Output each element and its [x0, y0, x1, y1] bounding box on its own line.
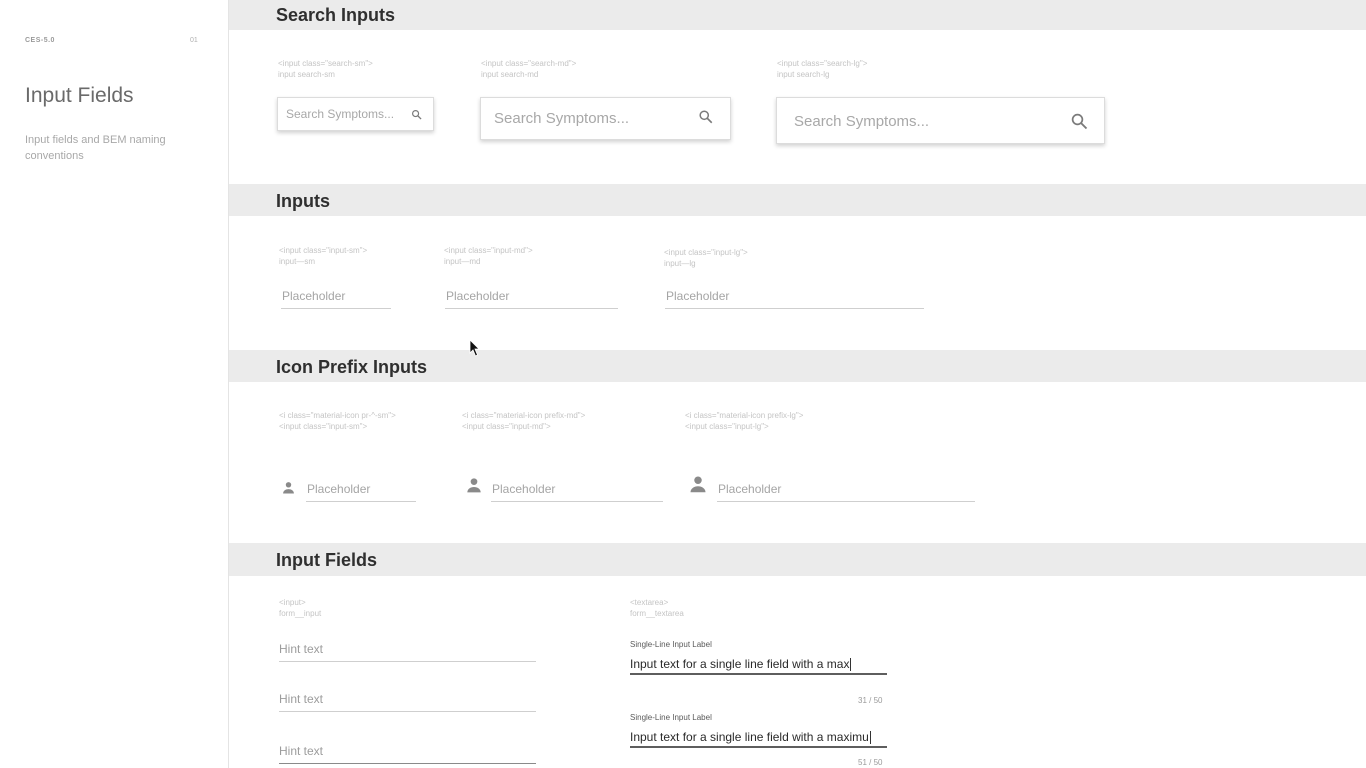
brand-label: CES-5.0	[25, 37, 55, 44]
hint-text: Hint text	[279, 692, 324, 706]
form-input[interactable]: Hint text	[279, 686, 536, 712]
field-label: Single-Line Input Label	[630, 713, 712, 722]
code-snippet: <textarea> form__textarea	[630, 598, 684, 618]
code-snippet: <input class="input-lg"> input—lg	[664, 248, 748, 268]
code-snippet: <input class="search-md"> input search-m…	[481, 59, 577, 79]
section-title: Search Inputs	[276, 5, 396, 25]
section-title: Input Fields	[276, 550, 377, 570]
input-sm[interactable]: Placeholder	[281, 286, 391, 309]
person-icon	[689, 475, 707, 498]
search-icon[interactable]	[1070, 112, 1088, 135]
section-title: Inputs	[276, 191, 330, 211]
search-placeholder: Search Symptoms...	[286, 107, 395, 121]
search-input-sm[interactable]: Search Symptoms...	[277, 97, 434, 131]
main-content: Search Inputs <input class="search-sm"> …	[229, 0, 1366, 768]
page-description: Input fields and BEM naming conventions	[25, 134, 166, 162]
input-value: Input text for a single line field with …	[630, 657, 852, 672]
code-snippet: <input class="search-lg"> input search-l…	[777, 59, 868, 79]
code-snippet: <input class="search-sm"> input search-s…	[278, 59, 373, 79]
icon-prefix-input-lg[interactable]: Placeholder	[717, 478, 975, 502]
section-header-input-fields: Input Fields	[229, 543, 1366, 576]
search-placeholder: Search Symptoms...	[794, 113, 930, 130]
field-label: Single-Line Input Label	[630, 640, 712, 649]
section-header-icon-prefix: Icon Prefix Inputs	[229, 350, 1366, 382]
person-icon	[466, 477, 482, 498]
search-icon[interactable]	[698, 109, 713, 129]
icon-prefix-input-sm[interactable]: Placeholder	[306, 478, 416, 502]
search-placeholder: Search Symptoms...	[494, 110, 630, 127]
input-placeholder: Placeholder	[446, 289, 510, 303]
code-snippet: <input class="input-md"> input—md	[444, 246, 533, 266]
code-snippet: <input> form__input	[279, 598, 322, 618]
search-input-md[interactable]: Search Symptoms...	[480, 97, 731, 140]
version-label: 01	[190, 37, 198, 44]
hint-text: Hint text	[279, 642, 324, 656]
search-input-lg[interactable]: Search Symptoms...	[776, 97, 1105, 144]
section-header-inputs: Inputs	[229, 184, 1366, 216]
mouse-cursor-icon	[469, 339, 480, 362]
character-counter: 31 / 50	[858, 696, 883, 705]
single-line-input[interactable]: Input text for a single line field with …	[630, 653, 887, 675]
input-placeholder: Placeholder	[492, 482, 556, 496]
input-lg[interactable]: Placeholder	[665, 286, 924, 309]
input-placeholder: Placeholder	[666, 289, 730, 303]
input-placeholder: Placeholder	[307, 482, 371, 496]
character-counter: 51 / 50	[858, 758, 883, 767]
page-title: Input Fields	[25, 84, 134, 107]
person-icon	[282, 481, 295, 499]
icon-prefix-input-md[interactable]: Placeholder	[491, 478, 663, 502]
single-line-input[interactable]: Input text for a single line field with …	[630, 726, 887, 748]
code-snippet: <i class="material-icon prefix-md"> <inp…	[462, 411, 586, 431]
sidebar: CES-5.0 01 Input Fields Input fields and…	[0, 0, 229, 768]
input-md[interactable]: Placeholder	[445, 286, 618, 309]
code-snippet: <i class="material-icon pr-^-sm"> <input…	[279, 411, 396, 431]
form-input-active[interactable]: Hint text	[279, 738, 536, 764]
input-placeholder: Placeholder	[718, 482, 782, 496]
hint-text: Hint text	[279, 744, 324, 758]
input-placeholder: Placeholder	[282, 289, 346, 303]
text-caret	[850, 658, 852, 672]
section-header-search: Search Inputs	[229, 0, 1366, 30]
form-input[interactable]: Hint text	[279, 636, 536, 662]
text-caret	[869, 731, 871, 745]
input-value: Input text for a single line field with …	[630, 730, 871, 745]
code-snippet: <i class="material-icon prefix-lg"> <inp…	[685, 411, 804, 431]
code-snippet: <input class="input-sm"> input—sm	[279, 246, 368, 266]
search-icon[interactable]	[411, 107, 422, 125]
section-title: Icon Prefix Inputs	[276, 357, 428, 377]
